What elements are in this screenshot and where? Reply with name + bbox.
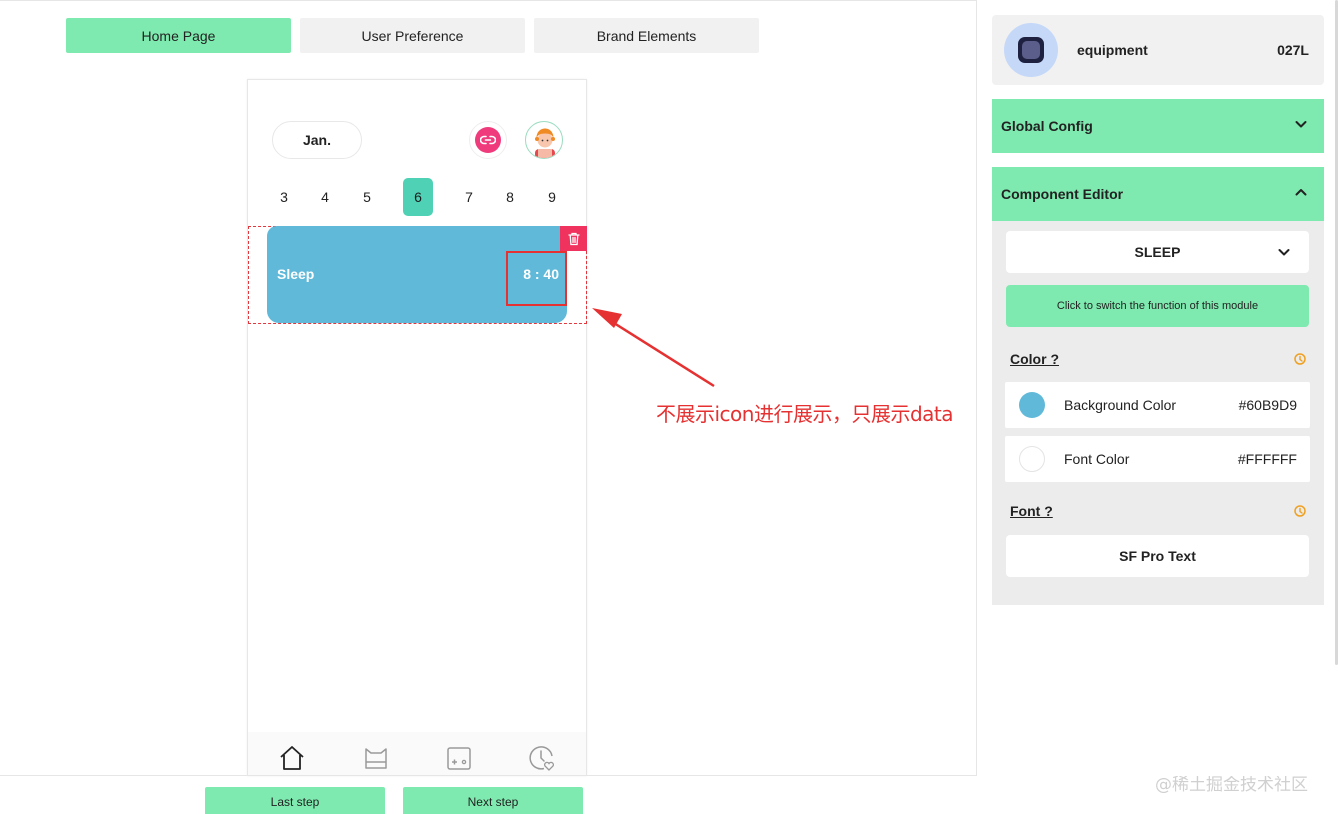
tab-home-page[interactable]: Home Page xyxy=(66,18,291,53)
tab-brand-elements[interactable]: Brand Elements xyxy=(534,18,759,53)
component-editor-body: SLEEP Click to switch the function of th… xyxy=(992,221,1324,605)
tab-user-preference[interactable]: User Preference xyxy=(300,18,525,53)
switch-function-button[interactable]: Click to switch the function of this mod… xyxy=(1006,285,1309,327)
config-panel: equipment 027L Global Config Component E… xyxy=(976,0,1338,776)
day-item[interactable]: 9 xyxy=(537,178,567,216)
last-step-button[interactable]: Last step xyxy=(205,787,385,814)
day-item[interactable]: 4 xyxy=(310,178,340,216)
color-name: Font Color xyxy=(1064,451,1130,467)
font-section-title[interactable]: Font ? xyxy=(1010,503,1053,519)
chevron-up-icon xyxy=(1295,189,1307,196)
next-step-button[interactable]: Next step xyxy=(403,787,583,814)
month-selector[interactable]: Jan. xyxy=(272,121,362,159)
smartwatch-icon xyxy=(1018,37,1044,63)
value-highlight-box xyxy=(506,251,567,306)
day-strip: 3 4 5 6 7 8 9 xyxy=(248,178,588,216)
device-name: equipment xyxy=(1077,42,1148,58)
function-select-value: SLEEP xyxy=(1134,244,1181,260)
user-avatar-icon xyxy=(535,128,555,158)
annotation-arrow xyxy=(592,308,715,388)
component-editor-header[interactable]: Component Editor xyxy=(992,167,1324,221)
module-label: Sleep xyxy=(277,266,315,282)
day-item[interactable]: 3 xyxy=(269,178,299,216)
global-config-header[interactable]: Global Config xyxy=(992,99,1324,153)
chevron-down-icon xyxy=(1278,249,1290,256)
watch-face-icon xyxy=(365,748,387,769)
day-item-selected[interactable]: 6 xyxy=(403,178,433,216)
color-hex: #FFFFFF xyxy=(1237,451,1297,467)
color-name: Background Color xyxy=(1064,397,1177,413)
day-item[interactable]: 5 xyxy=(352,178,382,216)
font-select[interactable]: SF Pro Text xyxy=(1006,535,1309,577)
avatar[interactable] xyxy=(525,121,563,159)
nav-health[interactable] xyxy=(528,744,556,772)
function-select[interactable]: SLEEP xyxy=(1006,231,1309,273)
annotation-text: 不展示icon进行展示，只展示data xyxy=(656,402,954,426)
font-color-swatch[interactable] xyxy=(1019,446,1045,472)
clock-heart-icon xyxy=(529,746,554,771)
link-icon xyxy=(480,135,496,145)
top-tabs: Home Page User Preference Brand Elements xyxy=(66,18,759,53)
nav-games[interactable] xyxy=(445,744,473,772)
reset-icon[interactable] xyxy=(1293,504,1307,518)
component-editor-title: Component Editor xyxy=(1001,186,1124,202)
nav-watch[interactable] xyxy=(362,744,390,772)
device-icon-wrap xyxy=(1004,23,1058,77)
trash-icon xyxy=(567,232,580,245)
gamepad-icon xyxy=(447,747,471,770)
color-hex: #60B9D9 xyxy=(1238,397,1297,413)
global-config-title: Global Config xyxy=(1001,118,1093,134)
phone-preview: Jan. 3 4 5 6 7 8 9 Sleep 8 : 40 xyxy=(247,79,588,777)
bottom-nav xyxy=(248,732,586,777)
home-icon xyxy=(280,746,304,770)
color-section-title[interactable]: Color ? xyxy=(1010,351,1059,367)
nav-home[interactable] xyxy=(278,744,306,772)
background-color-swatch[interactable] xyxy=(1019,392,1045,418)
device-card[interactable]: equipment 027L xyxy=(992,15,1324,85)
reset-icon[interactable] xyxy=(1293,352,1307,366)
day-item[interactable]: 7 xyxy=(454,178,484,216)
day-item[interactable]: 8 xyxy=(495,178,525,216)
delete-module-button[interactable] xyxy=(560,226,587,251)
background-color-row[interactable]: Background Color #60B9D9 xyxy=(1005,382,1310,428)
top-divider xyxy=(0,0,976,1)
font-color-row[interactable]: Font Color #FFFFFF xyxy=(1005,436,1310,482)
chevron-down-icon xyxy=(1295,121,1307,128)
device-model: 027L xyxy=(1277,42,1309,58)
link-button[interactable] xyxy=(469,121,507,159)
